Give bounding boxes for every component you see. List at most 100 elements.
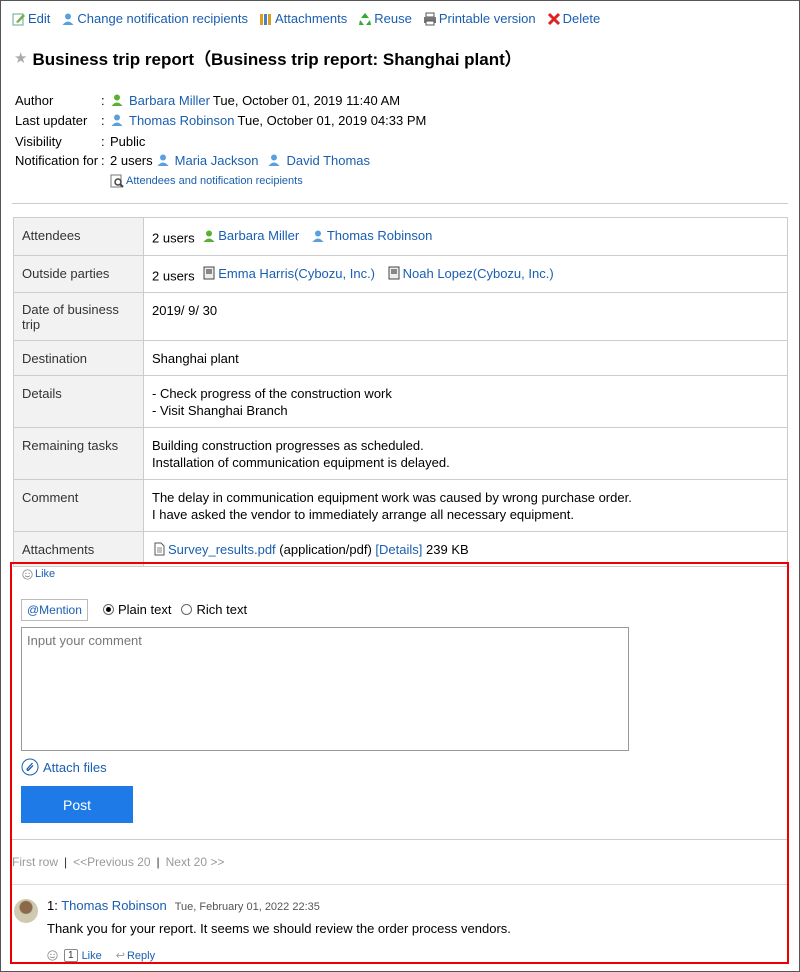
attachments-icon (259, 13, 271, 25)
remaining-line: Installation of communication equipment … (152, 455, 450, 470)
notification-user-link[interactable]: David Thomas (286, 153, 370, 168)
attendee-link[interactable]: Barbara Miller (218, 227, 299, 244)
user-green-icon (203, 230, 215, 242)
destination-value: Shanghai plant (143, 340, 788, 376)
file-size: 239 KB (426, 542, 469, 557)
outside-parties-value: 2 users Emma Harris(Cybozu, Inc.) Noah L… (143, 254, 788, 293)
updater-name-link[interactable]: Thomas Robinson (129, 113, 235, 128)
date-label: Date of business trip (13, 292, 144, 341)
comment-like-link[interactable]: Like (82, 950, 102, 962)
next-page-link[interactable]: Next 20 >> (166, 855, 225, 869)
user-icon (268, 154, 280, 166)
file-type: (application/pdf) (279, 542, 372, 557)
colon: : (101, 133, 105, 149)
attendees-label: Attendees (13, 217, 144, 256)
user-icon (111, 114, 123, 126)
reuse-label: Reuse (374, 11, 412, 26)
pager-separator: | (156, 855, 160, 869)
address-book-icon (388, 266, 400, 280)
previous-page-link[interactable]: <<Previous 20 (73, 855, 150, 869)
edit-link[interactable]: Edit (12, 11, 50, 26)
details-line: - Visit Shanghai Branch (152, 403, 288, 418)
like-link[interactable]: Like (22, 568, 55, 580)
title-row: ★ Business trip report（Business trip rep… (14, 45, 522, 70)
change-recipients-link[interactable]: Change notification recipients (61, 11, 248, 26)
smile-icon (22, 568, 33, 580)
comment-line: The delay in communication equipment wor… (152, 490, 632, 505)
comment-header: 1: Thomas Robinson Tue, February 01, 202… (47, 898, 320, 913)
divider (12, 839, 787, 840)
attendees-recipients-link[interactable]: Attendees and notification recipients (110, 171, 303, 191)
author-label: Author (15, 92, 54, 108)
reply-arrow-icon: ↩ (115, 950, 125, 962)
reply-link[interactable]: ↩ Reply (115, 949, 156, 963)
reply-label: Reply (126, 949, 156, 962)
edit-icon (12, 13, 25, 25)
first-row-link[interactable]: First row (12, 855, 58, 869)
plain-text-radio[interactable] (103, 604, 114, 615)
user-icon (312, 230, 324, 242)
outside-parties-label: Outside parties (13, 254, 144, 293)
author-name-link[interactable]: Barbara Miller (129, 93, 210, 108)
rich-text-radio[interactable] (181, 604, 193, 615)
date-row: Date of business trip 2019/ 9/ 30 (13, 292, 788, 341)
colon: : (101, 112, 105, 128)
divider (12, 203, 788, 204)
address-book-icon (203, 266, 215, 280)
printable-label: Printable version (438, 11, 536, 26)
attachments-link[interactable]: Attachments (259, 11, 347, 26)
attachments-label: Attachments (274, 11, 348, 26)
details-line: - Check progress of the construction wor… (152, 386, 392, 401)
user-green-icon (111, 94, 123, 106)
destination-row: Destination Shanghai plant (13, 340, 788, 376)
post-button[interactable]: Post (21, 786, 133, 823)
like-label: Like (35, 568, 56, 580)
plain-text-label: Plain text (118, 602, 172, 617)
updater-date: Tue, October 01, 2019 04:33 PM (237, 112, 427, 128)
comment-actions: 1 Like ↩ Reply (47, 949, 155, 962)
attendee-link[interactable]: Thomas Robinson (327, 227, 433, 244)
outside-parties-row: Outside parties 2 users Emma Harris(Cybo… (13, 254, 788, 293)
report-fields-table: Attendees 2 users Barbara Miller Thomas … (13, 217, 788, 567)
page-title: Business trip report（Business trip repor… (32, 50, 522, 69)
toolbar: Edit Change notification recipients Atta… (12, 11, 600, 26)
comment-label: Comment (13, 479, 144, 532)
visibility-label: Visibility (15, 133, 62, 149)
comment-line: I have asked the vendor to immediately a… (152, 507, 575, 522)
rich-text-label: Rich text (196, 602, 248, 617)
user-icon (157, 154, 169, 166)
remaining-row: Remaining tasks Building construction pr… (13, 427, 788, 480)
colon: : (101, 92, 105, 108)
reuse-link[interactable]: Reuse (358, 11, 412, 26)
attendees-recipients-label: Attendees and notification recipients (126, 175, 303, 187)
printable-link[interactable]: Printable version (423, 11, 536, 26)
remaining-line: Building construction progresses as sche… (152, 438, 424, 453)
favorite-star-icon[interactable]: ★ (14, 49, 27, 67)
outside-count: 2 users (152, 268, 195, 283)
file-link[interactable]: Survey_results.pdf (168, 542, 276, 557)
attendees-count: 2 users (152, 230, 195, 246)
divider (12, 884, 787, 885)
delete-link[interactable]: Delete (547, 11, 600, 26)
colon: : (101, 152, 105, 168)
date-value: 2019/ 9/ 30 (143, 292, 788, 341)
comment-row: Comment The delay in communication equip… (13, 479, 788, 532)
like-count-badge[interactable]: 1 (64, 949, 78, 962)
attach-files-label: Attach files (43, 759, 107, 775)
outside-party-link[interactable]: Noah Lopez(Cybozu, Inc.) (403, 265, 554, 282)
change-recipients-label: Change notification recipients (77, 11, 248, 26)
outside-party-link[interactable]: Emma Harris(Cybozu, Inc.) (218, 265, 375, 282)
notification-count: 2 users (110, 152, 153, 168)
mention-button[interactable]: @Mention (21, 599, 88, 621)
printer-icon (423, 12, 436, 25)
attach-files-link[interactable]: Attach files (21, 758, 107, 776)
updater-label: Last updater (15, 112, 88, 128)
comment-input[interactable] (21, 627, 629, 751)
comment-text: Thank you for your report. It seems we s… (47, 921, 511, 936)
notification-user-link[interactable]: Maria Jackson (175, 153, 259, 168)
recycle-icon (359, 12, 372, 25)
attendees-value: 2 users Barbara Miller Thomas Robinson (143, 217, 788, 256)
document-icon (154, 542, 165, 556)
file-details-link[interactable]: [Details] (375, 542, 422, 557)
comment-author-link[interactable]: Thomas Robinson (61, 898, 167, 913)
